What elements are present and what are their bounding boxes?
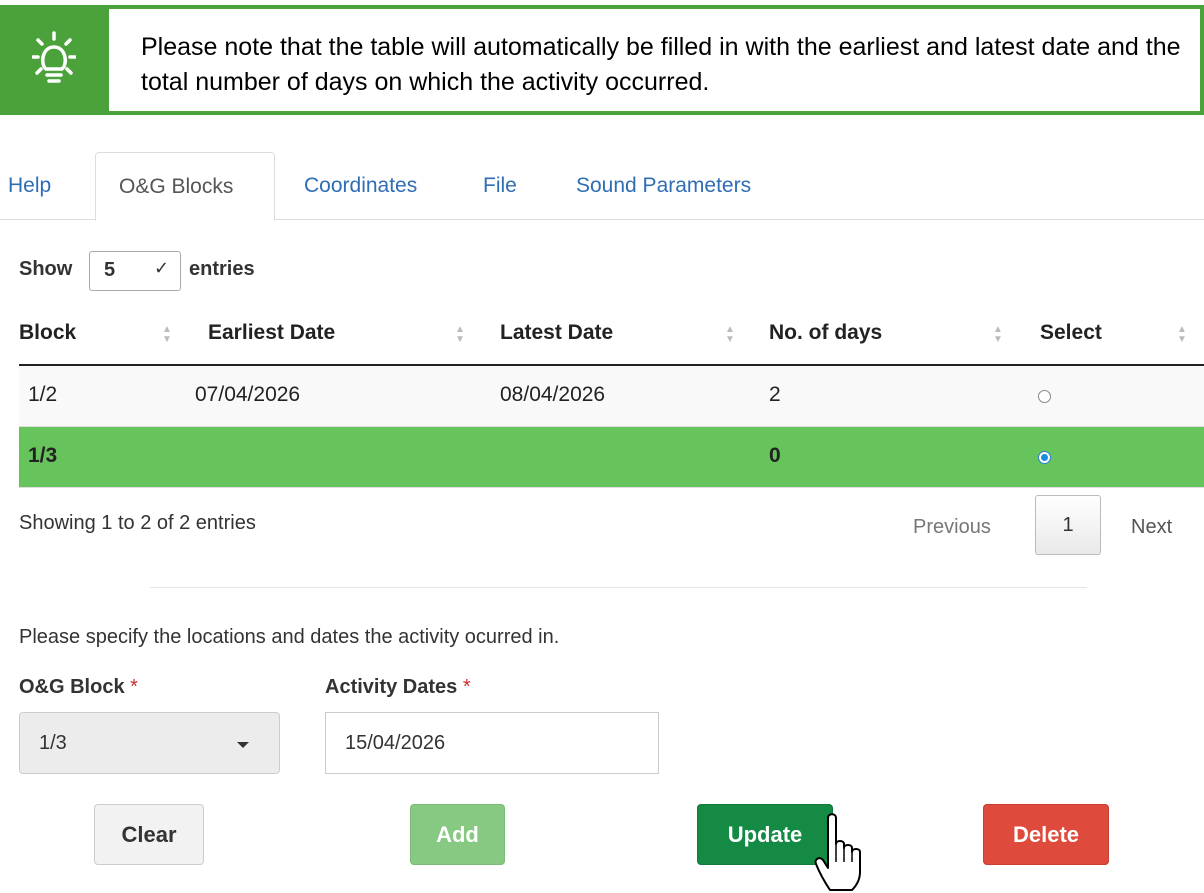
note-text: Please note that the table will automati… [141, 33, 1181, 96]
column-header-earliest-date[interactable]: Earliest Date [208, 321, 335, 345]
cell-block: 1/3 [28, 444, 58, 467]
table-row[interactable]: 1/2 07/04/2026 08/04/2026 2 [19, 366, 1204, 427]
activity-dates-input[interactable] [325, 712, 659, 774]
blocks-table: Block ▲ ▼ Earliest Date ▲ ▼ Latest Date ▲ ▼… [19, 303, 1204, 488]
tab-file[interactable]: File [483, 152, 517, 220]
activity-dates-label-text: Activity Dates [325, 676, 458, 698]
required-mark: * [130, 676, 138, 698]
divider [150, 587, 1087, 588]
sort-icon: ▲ ▼ [455, 324, 465, 345]
og-block-label-text: O&G Block [19, 676, 125, 698]
info-note: Please note that the table will automati… [0, 5, 1204, 115]
og-block-select[interactable]: 1/3 [19, 712, 280, 774]
table-row[interactable]: 1/3 0 [19, 427, 1204, 488]
table-header: Block ▲ ▼ Earliest Date ▲ ▼ Latest Date ▲ ▼… [19, 303, 1204, 366]
tab-coordinates[interactable]: Coordinates [304, 152, 417, 220]
cell-earliest-date: 07/04/2026 [195, 383, 301, 406]
cell-block: 1/2 [28, 383, 58, 406]
pagination-page-1[interactable]: 1 [1035, 495, 1101, 555]
show-label: Show [19, 258, 73, 280]
tab-bar: Help O&G Blocks Coordinates File Sound P… [0, 152, 1204, 221]
og-block-value: 1/3 [39, 732, 67, 754]
column-header-block[interactable]: Block [19, 321, 76, 345]
caret-down-icon [237, 742, 249, 748]
cell-days: 0 [769, 444, 781, 467]
entries-value: 5 [104, 259, 116, 281]
cell-latest-date: 08/04/2026 [500, 383, 606, 406]
sort-icon: ▲ ▼ [725, 324, 735, 345]
tab-help[interactable]: Help [8, 152, 51, 220]
hand-cursor-icon [814, 813, 861, 891]
sort-icon: ▲ ▼ [993, 324, 1003, 345]
delete-button[interactable]: Delete [983, 804, 1109, 865]
row-select-radio[interactable] [1038, 451, 1051, 464]
column-header-latest-date[interactable]: Latest Date [500, 321, 613, 345]
sort-icon: ▲ ▼ [1177, 324, 1187, 345]
pagination-next[interactable]: Next [1131, 516, 1172, 539]
og-block-label: O&G Block * [19, 676, 138, 699]
sort-icon: ▲ ▼ [162, 324, 172, 345]
entries-label: entries [189, 258, 255, 280]
entries-select[interactable]: 5 ✓ [89, 251, 181, 291]
clear-button[interactable]: Clear [94, 804, 204, 865]
pagination-previous[interactable]: Previous [913, 516, 991, 539]
add-button[interactable]: Add [410, 804, 505, 865]
required-mark: * [462, 676, 471, 698]
chevron-down-icon: ✓ [154, 258, 170, 278]
tab-sound-parameters[interactable]: Sound Parameters [576, 152, 751, 220]
lightbulb-icon [32, 31, 76, 83]
column-header-days[interactable]: No. of days [769, 321, 882, 345]
row-select-radio[interactable] [1038, 390, 1051, 403]
tab-og-blocks[interactable]: O&G Blocks [95, 152, 275, 221]
cell-days: 2 [769, 383, 781, 406]
column-header-select[interactable]: Select [1040, 321, 1102, 345]
form-instruction: Please specify the locations and dates t… [19, 626, 560, 648]
note-icon-box [4, 9, 109, 111]
table-info: Showing 1 to 2 of 2 entries [19, 512, 256, 534]
activity-dates-label: Activity Dates * [325, 676, 471, 699]
